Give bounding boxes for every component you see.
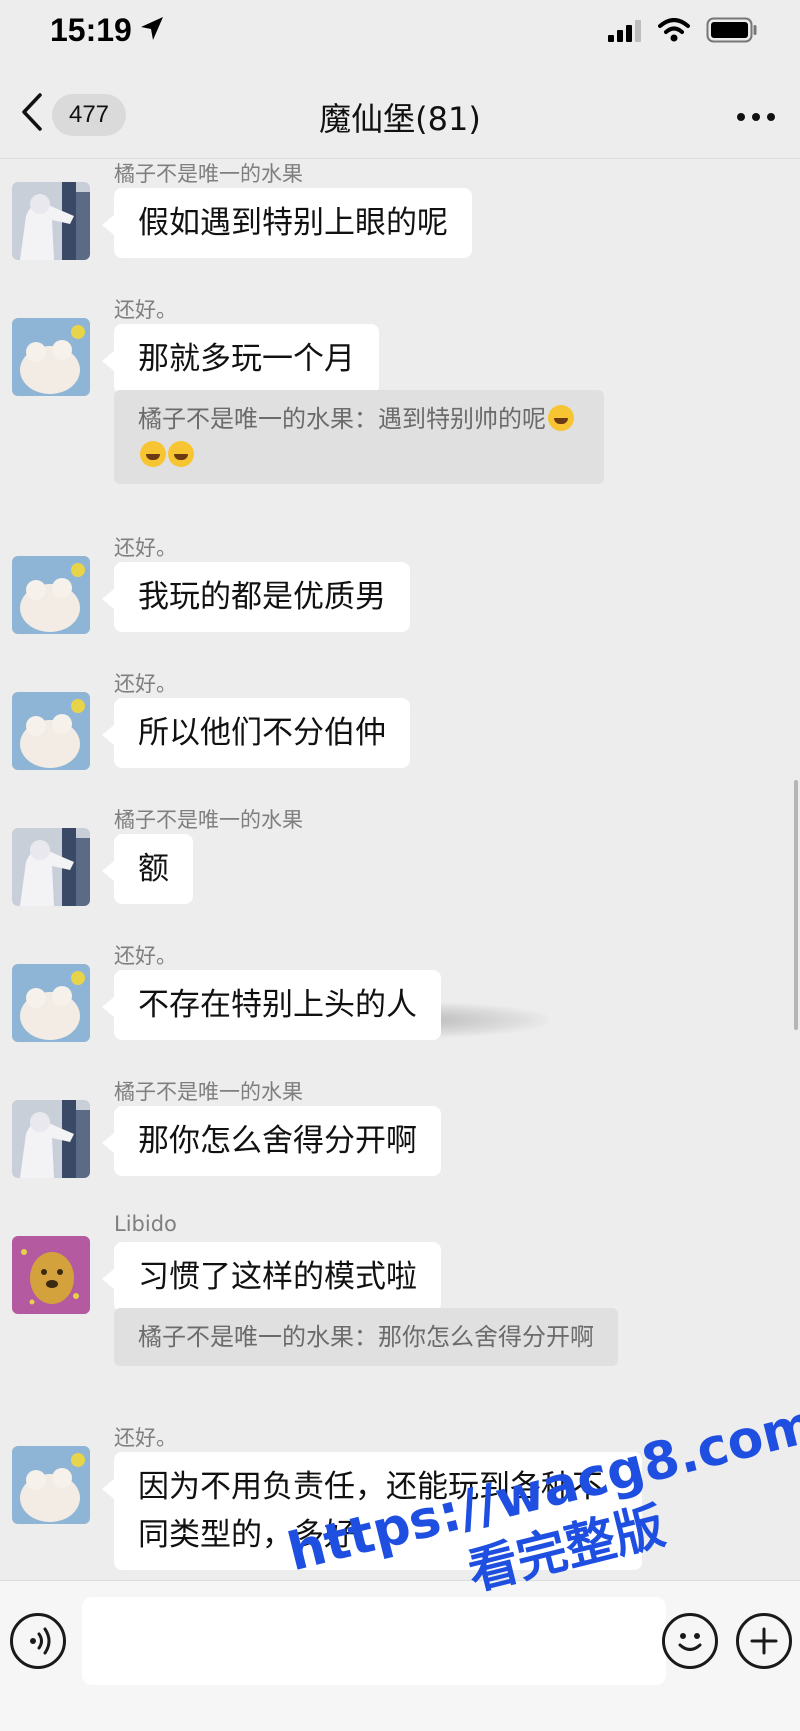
plush-avatar[interactable] xyxy=(12,692,90,770)
wifi-icon xyxy=(658,18,690,42)
message-bubble[interactable]: 那你怎么舍得分开啊 xyxy=(102,1106,441,1176)
sender-name: 还好。 xyxy=(114,1426,177,1450)
sender-name: 橘子不是唯一的水果 xyxy=(114,162,303,186)
sender-name: 还好。 xyxy=(114,536,177,560)
plush-avatar[interactable] xyxy=(12,556,90,634)
plush-avatar[interactable] xyxy=(12,964,90,1042)
message-bubble[interactable]: 假如遇到特别上眼的呢 xyxy=(102,188,472,258)
voice-input-button[interactable] xyxy=(10,1613,66,1669)
status-time: 15:19 xyxy=(50,12,132,48)
figure-avatar[interactable] xyxy=(12,828,90,906)
quoted-message[interactable]: 橘子不是唯一的水果：遇到特别帅的呢 xyxy=(114,390,604,484)
plush-avatar[interactable] xyxy=(12,318,90,396)
message-bubble[interactable]: 所以他们不分伯仲 xyxy=(102,698,410,768)
battery-icon xyxy=(706,17,757,43)
more-options-icon[interactable] xyxy=(736,112,776,122)
laugh-cry-emoji-icon xyxy=(140,441,166,467)
message-input[interactable] xyxy=(82,1597,666,1685)
sender-name: 橘子不是唯一的水果 xyxy=(114,808,303,832)
message-list[interactable]: 橘子不是唯一的水果 假如遇到特别上眼的呢 还好。 那就多玩一个月 橘子不是唯一的… xyxy=(0,160,800,1578)
input-bar xyxy=(0,1580,800,1731)
quote-text: 橘子不是唯一的水果：那你怎么舍得分开啊 xyxy=(138,1323,594,1351)
emoji-button[interactable] xyxy=(662,1613,718,1669)
message-bubble[interactable]: 额 xyxy=(102,834,193,904)
voice-icon xyxy=(30,1627,51,1655)
sender-name: Libido xyxy=(114,1212,177,1236)
sender-name: 还好。 xyxy=(114,672,177,696)
chat-title: 魔仙堡(81) xyxy=(319,100,481,138)
chat-header: 477 魔仙堡(81) xyxy=(0,62,800,159)
message-bubble[interactable]: 不存在特别上头的人 xyxy=(102,970,441,1040)
quote-text: 橘子不是唯一的水果：遇到特别帅的呢 xyxy=(138,405,546,433)
quoted-message[interactable]: 橘子不是唯一的水果：那你怎么舍得分开啊 xyxy=(114,1308,618,1366)
sender-name: 还好。 xyxy=(114,298,177,322)
dog-avatar[interactable] xyxy=(12,1236,90,1314)
message-bubble[interactable]: 因为不用负责任，还能玩到各种不同类型的，多好 xyxy=(102,1452,642,1570)
message-bubble[interactable]: 我玩的都是优质男 xyxy=(102,562,410,632)
cellular-signal-icon xyxy=(608,20,641,42)
sender-name: 橘子不是唯一的水果 xyxy=(114,1080,303,1104)
add-attachment-button[interactable] xyxy=(736,1613,792,1669)
message-bubble[interactable]: 习惯了这样的模式啦 xyxy=(102,1242,441,1312)
figure-avatar[interactable] xyxy=(12,1100,90,1178)
figure-avatar[interactable] xyxy=(12,182,90,260)
laugh-cry-emoji-icon xyxy=(548,405,574,431)
smiley-icon xyxy=(678,1633,702,1651)
location-arrow-icon xyxy=(141,17,163,40)
plush-avatar[interactable] xyxy=(12,1446,90,1524)
plus-icon xyxy=(750,1627,778,1655)
status-bar: 15:19 xyxy=(0,0,800,62)
laugh-cry-emoji-icon xyxy=(168,441,194,467)
scrollbar-thumb[interactable] xyxy=(794,780,798,1030)
sender-name: 还好。 xyxy=(114,944,177,968)
message-bubble[interactable]: 那就多玩一个月 xyxy=(102,324,379,394)
